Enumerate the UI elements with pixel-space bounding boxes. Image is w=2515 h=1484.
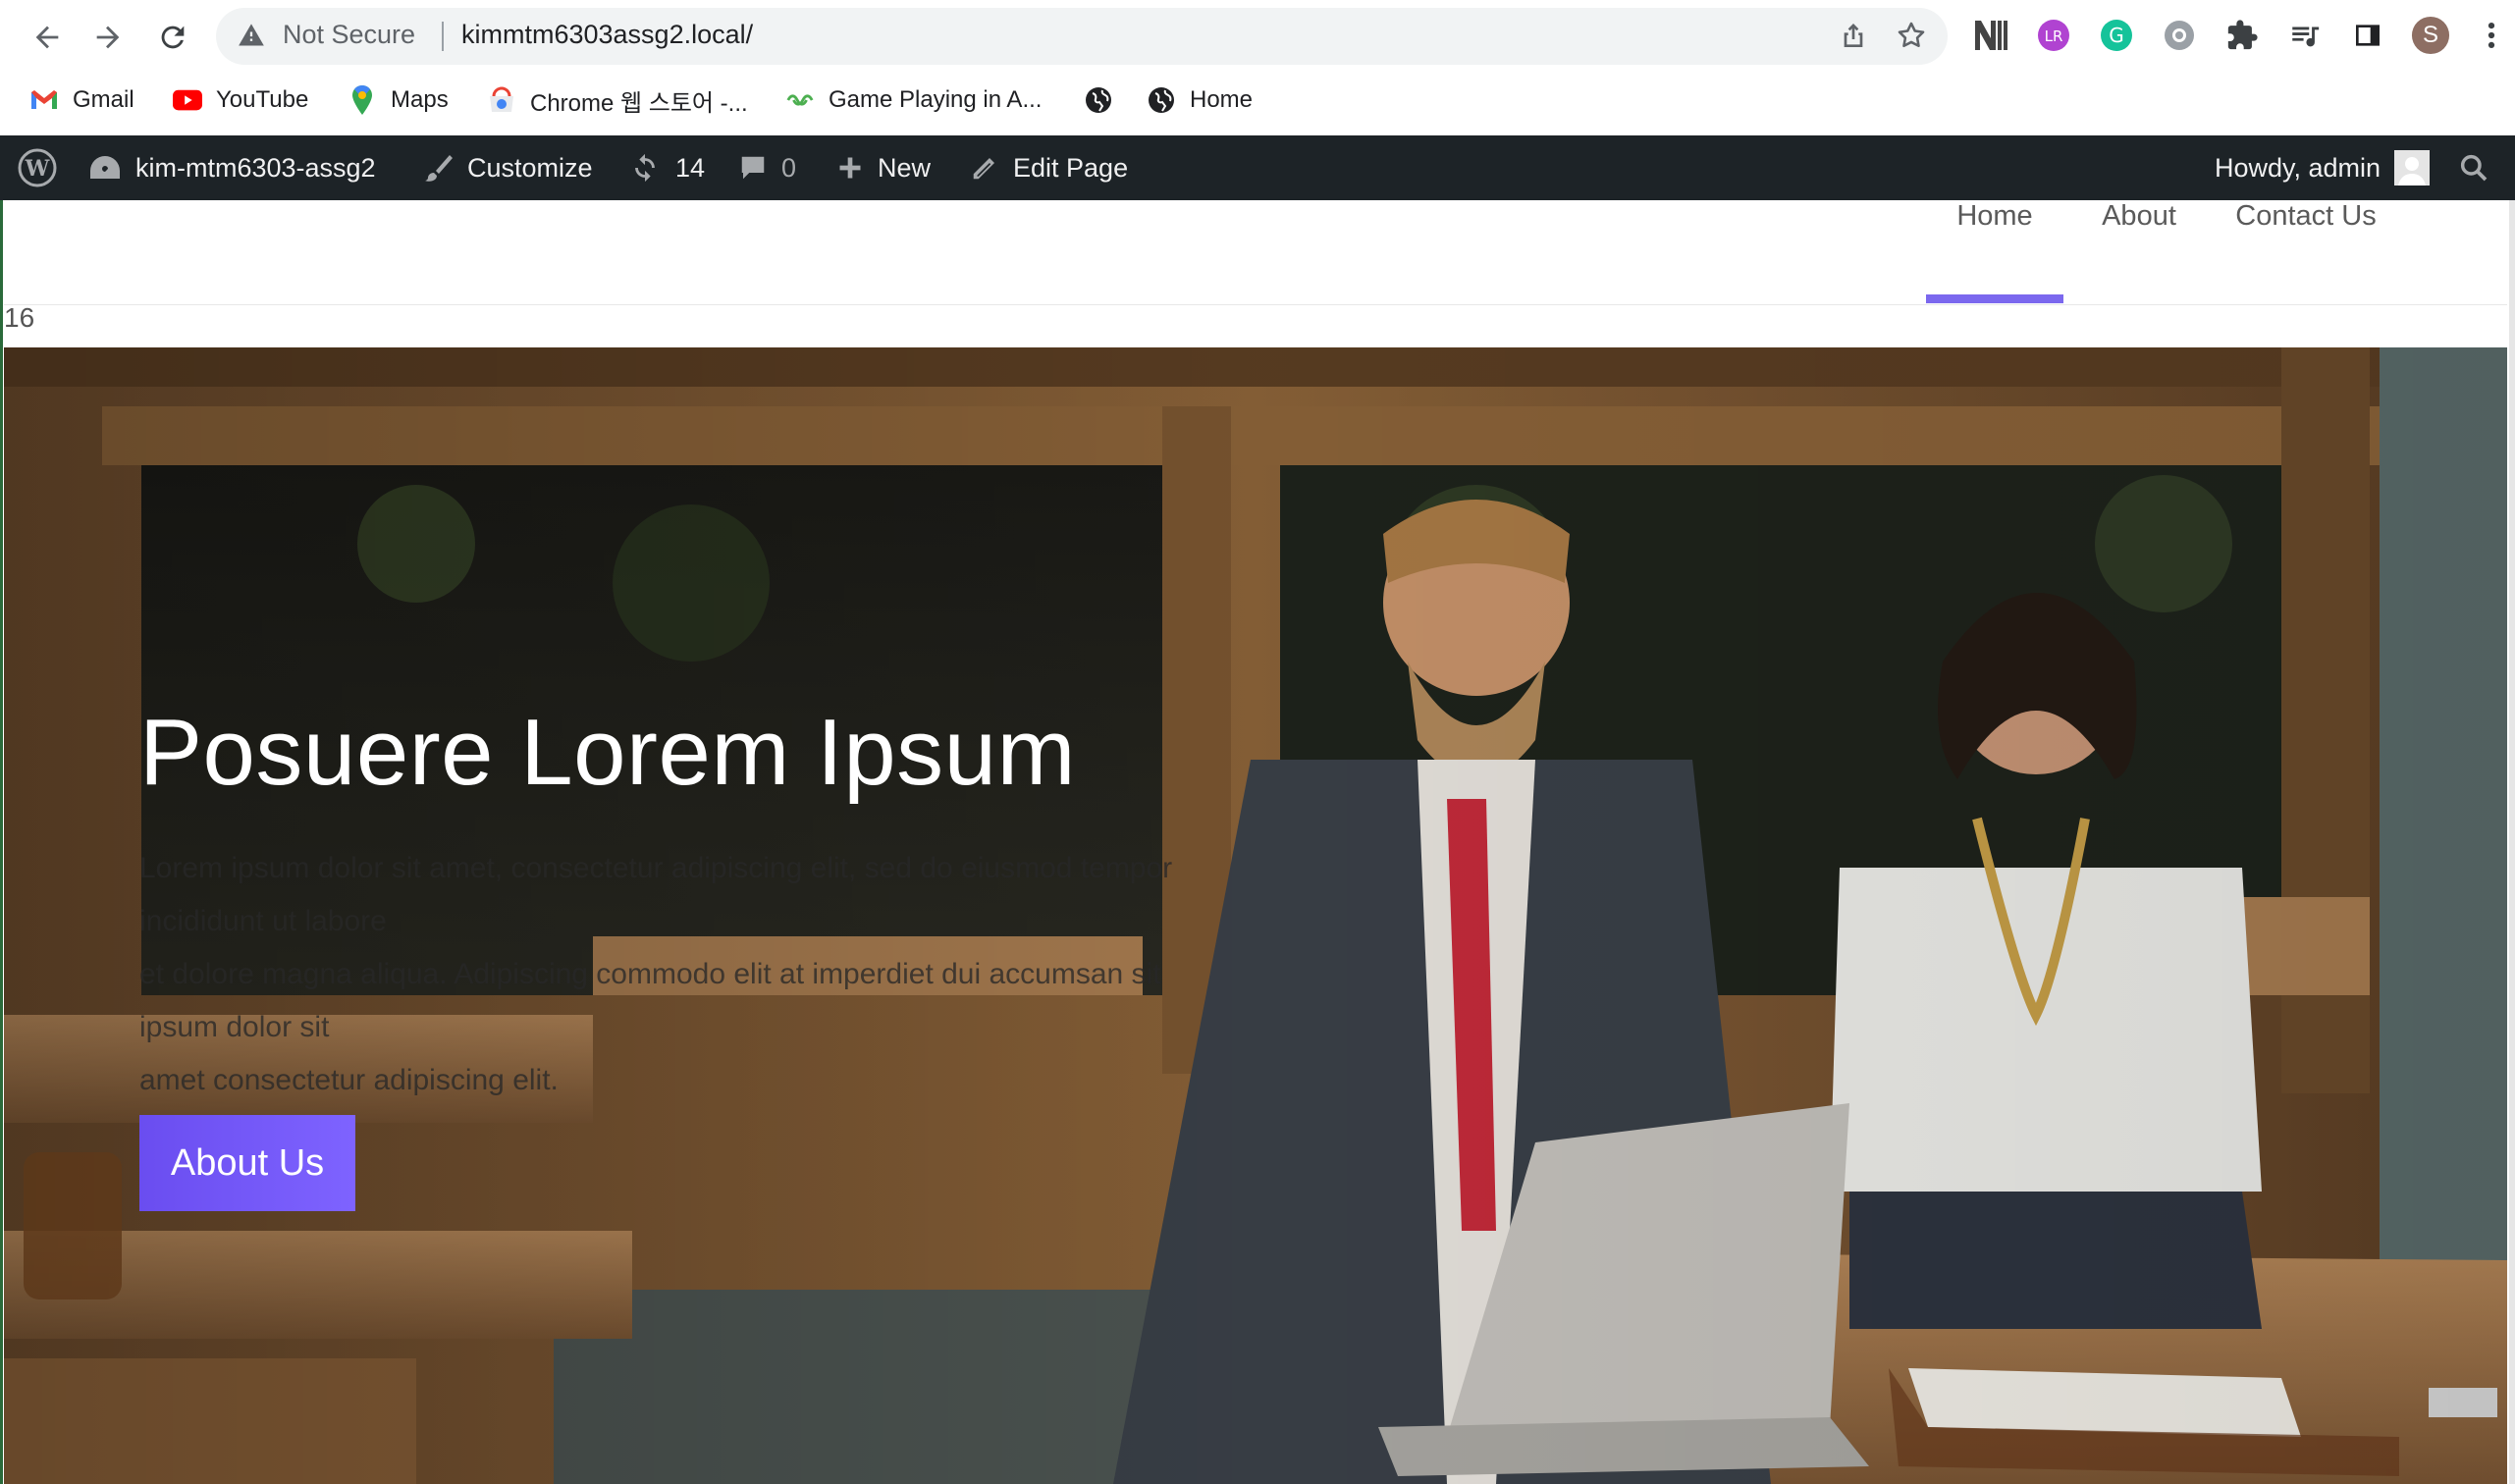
browser-menu-icon[interactable]	[2472, 16, 2511, 55]
bookmark-chrome-web-store[interactable]: Chrome 웹 스토어 -...	[487, 82, 748, 118]
bookmark-label: Game Playing in A...	[829, 86, 1043, 113]
bookmark-label: Maps	[391, 86, 449, 113]
updates-button[interactable]: 14	[628, 135, 705, 200]
reload-button[interactable]	[149, 14, 196, 61]
grammarly-icon[interactable]: G	[2097, 16, 2136, 55]
back-arrow-icon	[35, 26, 59, 49]
hero-line: Lorem ipsum dolor sit amet, consectetur …	[139, 852, 1173, 884]
user-avatar-icon	[2394, 150, 2431, 186]
bookmark-label: Gmail	[73, 86, 134, 113]
new-label: New	[878, 152, 932, 183]
youtube-icon	[173, 85, 202, 115]
page-counter: 16	[4, 302, 35, 333]
wp-admin-bar: W kim-mtm6303-assg2 Customize 14 0 New E…	[0, 135, 2515, 200]
nav-home[interactable]: Home	[1926, 200, 2063, 302]
bookmark-gmail[interactable]: Gmail	[29, 82, 134, 118]
bookmark-label: Chrome 웹 스토어 -...	[530, 89, 748, 117]
bookmark-label: YouTube	[216, 86, 309, 113]
bookmarks-bar: Gmail YouTube Maps Chrome 웹 스토어 -... Gam…	[0, 77, 2515, 124]
hero-section: Posuere Lorem Ipsum Lorem ipsum dolor si…	[4, 347, 2507, 1484]
globe-icon	[1084, 85, 1113, 115]
site-page: Home About Contact Us 16 Posuere Lorem I…	[4, 200, 2507, 1484]
hero-line: incididunt ut labore	[139, 905, 387, 937]
game-icon	[785, 85, 815, 115]
chrome-web-store-icon	[487, 85, 516, 115]
back-button[interactable]	[24, 14, 71, 61]
site-name-menu[interactable]: kim-mtm6303-assg2	[88, 135, 376, 200]
hero-description: Lorem ipsum dolor sit amet, consectetur …	[139, 842, 1239, 1107]
admin-search-button[interactable]	[2458, 135, 2489, 200]
pencil-icon	[970, 153, 999, 183]
customize-button[interactable]: Customize	[422, 135, 593, 200]
share-icon[interactable]	[1838, 20, 1869, 56]
bookmark-maps[interactable]: Maps	[348, 82, 449, 118]
security-label[interactable]: Not Secure	[283, 20, 415, 50]
plus-icon	[836, 154, 864, 182]
nav-contact-us[interactable]: Contact Us	[2222, 200, 2389, 302]
search-icon	[2458, 152, 2489, 184]
settings-extension-icon[interactable]	[2160, 16, 2199, 55]
comment-icon	[738, 153, 768, 183]
hero-line: ipsum dolor sit	[139, 1011, 330, 1043]
hero-line: amet consectetur adipiscing elit.	[139, 1064, 559, 1096]
bookmark-label: Home	[1190, 86, 1254, 113]
address-bar[interactable]: Not Secure kimmtm6303assg2.local/	[216, 8, 1948, 65]
forward-arrow-icon	[96, 26, 120, 49]
svg-text:G: G	[2109, 24, 2124, 47]
edit-page-button[interactable]: Edit Page	[970, 135, 1128, 200]
hero-title: Posuere Lorem Ipsum	[139, 700, 1076, 805]
new-content-button[interactable]: New	[836, 135, 931, 200]
extension-lr-icon[interactable]: LR	[2034, 16, 2073, 55]
comments-count: 0	[781, 152, 797, 183]
extension-n-icon[interactable]	[1971, 16, 2010, 55]
site-header: Home About Contact Us	[4, 200, 2507, 305]
bookmark-star-icon[interactable]	[1895, 19, 1928, 57]
bookmark-game-playing[interactable]: Game Playing in A...	[785, 82, 1042, 118]
url-separator	[442, 22, 444, 51]
extensions-puzzle-icon[interactable]	[2222, 16, 2262, 55]
browser-toolbar: Not Secure kimmtm6303assg2.local/ LR G S	[0, 0, 2515, 135]
media-playlist-icon[interactable]	[2285, 16, 2325, 55]
svg-text:LR: LR	[2045, 27, 2063, 45]
profile-avatar[interactable]: S	[2411, 16, 2450, 55]
updates-icon	[628, 151, 662, 185]
warning-icon	[238, 22, 265, 54]
my-account-menu[interactable]: Howdy, admin	[2215, 135, 2431, 200]
wordpress-icon: W	[18, 148, 57, 187]
bookmark-globe[interactable]	[1084, 82, 1127, 118]
left-window-edge	[0, 200, 3, 1484]
howdy-label: Howdy, admin	[2215, 152, 2381, 183]
paintbrush-icon	[422, 152, 454, 184]
gmail-icon	[29, 85, 59, 115]
comments-button[interactable]: 0	[738, 135, 796, 200]
side-panel-icon[interactable]	[2348, 16, 2387, 55]
nav-about[interactable]: About	[2085, 200, 2193, 302]
reload-icon	[161, 26, 185, 49]
wordpress-logo-button[interactable]: W	[18, 135, 57, 200]
profile-initial: S	[2422, 22, 2438, 48]
site-name: kim-mtm6303-assg2	[135, 152, 376, 183]
hero-line: et dolore magna aliqua. Adipiscing commo…	[139, 958, 1161, 990]
globe-icon	[1147, 85, 1176, 115]
forward-button[interactable]	[84, 14, 132, 61]
right-window-edge	[2509, 200, 2515, 1484]
url-text[interactable]: kimmtm6303assg2.local/	[461, 20, 753, 50]
maps-icon	[348, 85, 377, 115]
svg-text:W: W	[25, 156, 50, 182]
bookmark-youtube[interactable]: YouTube	[173, 82, 308, 118]
edit-page-label: Edit Page	[1013, 152, 1129, 183]
about-us-button[interactable]: About Us	[139, 1115, 355, 1211]
nav-active-indicator	[1926, 294, 2063, 303]
dashboard-icon	[88, 153, 122, 183]
bookmark-home[interactable]: Home	[1147, 82, 1253, 118]
customize-label: Customize	[467, 152, 593, 183]
updates-count: 14	[675, 152, 706, 183]
